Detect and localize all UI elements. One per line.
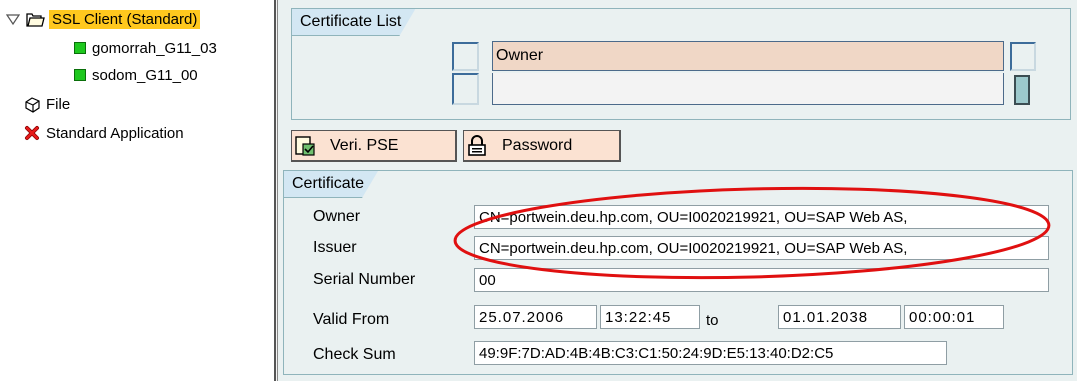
tree-node-ssl-client[interactable]: SSL Client (Standard) (6, 7, 201, 31)
tree-node-sodom[interactable]: sodom_G11_00 (74, 63, 198, 87)
serial-number-field[interactable]: 00 (474, 268, 1049, 292)
tree-node-file[interactable]: File (24, 92, 70, 116)
group-title: Certificate List (292, 9, 415, 36)
serial-number-label: Serial Number (313, 271, 416, 288)
certificate-group: Certificate Owner CN=portwein.deu.hp.com… (283, 170, 1073, 375)
password-button[interactable]: Password (463, 130, 621, 162)
column-settings-cell[interactable] (1010, 42, 1036, 71)
select-all-cell[interactable] (452, 42, 479, 71)
valid-to-date-field[interactable]: 01.01.2038 (778, 305, 901, 329)
password-label: Password (502, 136, 573, 154)
verify-icon (295, 135, 315, 156)
group-title: Certificate (284, 171, 378, 198)
tree-node-label: Standard Application (46, 124, 184, 142)
valid-from-date: 25.07.2006 (479, 308, 565, 326)
valid-from-label: Valid From (313, 311, 390, 328)
row-selector[interactable] (452, 73, 479, 105)
tree-node-label: File (46, 95, 71, 113)
owner-field[interactable]: CN=portwein.deu.hp.com, OU=I0020219921, … (474, 205, 1049, 229)
check-sum-value: 49:9F:7D:AD:4B:4B:C3:C1:50:24:9D:E5:13:4… (479, 344, 834, 362)
column-header-owner[interactable]: Owner (492, 41, 1004, 71)
valid-to-date: 01.01.2038 (783, 308, 869, 326)
triangle-down-icon[interactable] (6, 12, 20, 26)
valid-from-date-field[interactable]: 25.07.2006 (474, 305, 597, 329)
column-header-label: Owner (496, 47, 544, 64)
check-sum-field[interactable]: 49:9F:7D:AD:4B:4B:C3:C1:50:24:9D:E5:13:4… (474, 341, 947, 365)
folder-icon (26, 12, 45, 27)
green-square-icon (74, 42, 86, 54)
green-square-icon (74, 69, 86, 81)
veri-pse-label: Veri. PSE (330, 136, 399, 154)
tree-node-gomorrah[interactable]: gomorrah_G11_03 (74, 36, 217, 60)
to-label: to (706, 312, 719, 329)
veri-pse-button[interactable]: Veri. PSE (291, 130, 457, 162)
tree-node-label: SSL Client (Standard) (49, 9, 201, 29)
issuer-label: Issuer (313, 239, 357, 256)
valid-from-time: 13:22:45 (605, 308, 672, 326)
detail-panel: Certificate List Owner Veri. PSE Passwor… (278, 0, 1077, 381)
valid-from-time-field[interactable]: 13:22:45 (600, 305, 700, 329)
valid-to-time-field[interactable]: 00:00:01 (904, 305, 1004, 329)
valid-to-time: 00:00:01 (909, 308, 976, 326)
table-row[interactable] (492, 73, 1004, 105)
red-x-icon (25, 126, 39, 140)
issuer-field[interactable]: CN=portwein.deu.hp.com, OU=I0020219921, … (474, 236, 1049, 260)
tree-node-label: sodom_G11_00 (92, 66, 198, 84)
box-icon (25, 96, 40, 113)
vertical-scrollbar[interactable] (1014, 75, 1030, 105)
tree-node-label: gomorrah_G11_03 (92, 39, 217, 57)
navigation-tree: SSL Client (Standard) gomorrah_G11_03 so… (0, 0, 274, 381)
owner-value: CN=portwein.deu.hp.com, OU=I0020219921, … (479, 208, 908, 226)
check-sum-label: Check Sum (313, 346, 396, 363)
owner-label: Owner (313, 208, 361, 225)
serial-number-value: 00 (479, 271, 496, 289)
issuer-value: CN=portwein.deu.hp.com, OU=I0020219921, … (479, 239, 908, 257)
tree-node-standard-application[interactable]: Standard Application (24, 121, 184, 145)
lock-icon (468, 134, 486, 156)
certificate-list-group: Certificate List Owner (291, 8, 1071, 120)
